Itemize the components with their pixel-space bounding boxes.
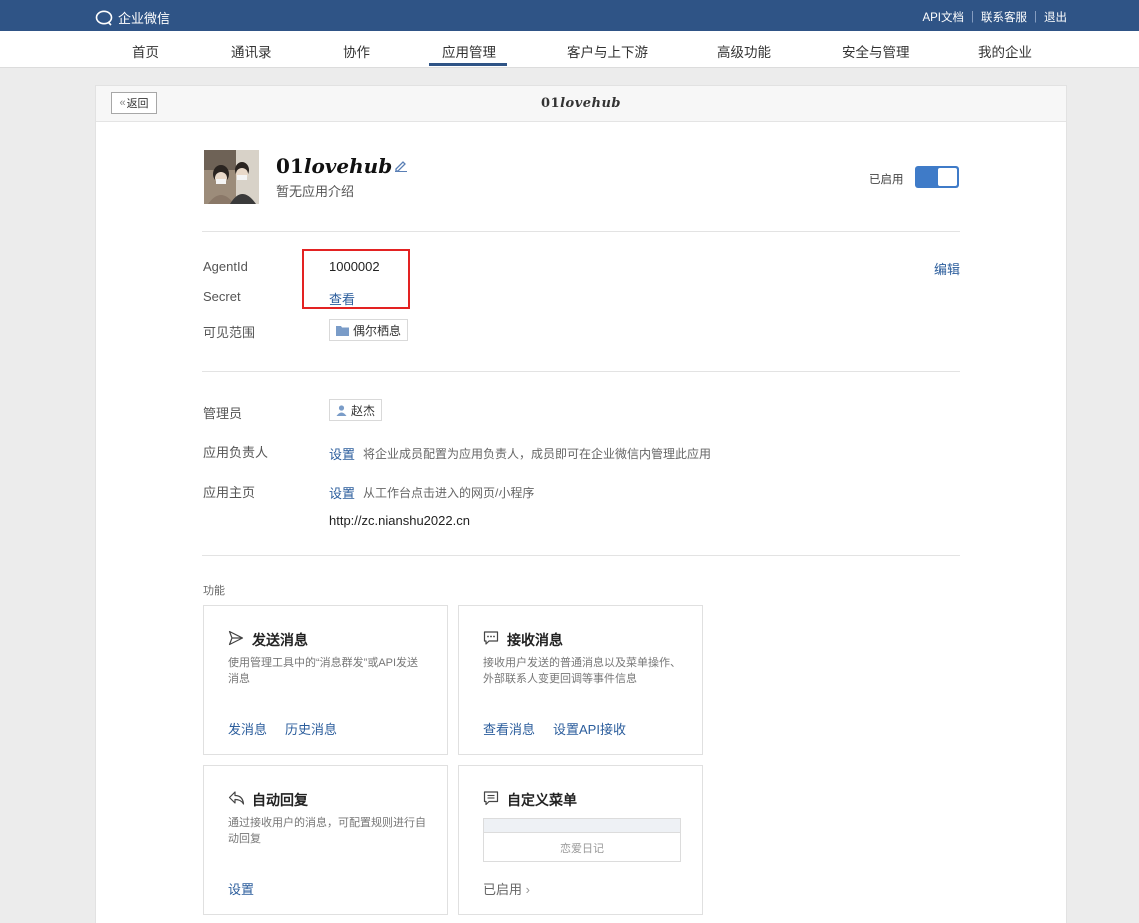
feature-card-custom-menu: 自定义菜单 恋爱日记 已启用 › xyxy=(458,765,703,915)
send-message-link[interactable]: 发消息 xyxy=(228,719,267,738)
section-divider xyxy=(202,555,960,556)
separator: | xyxy=(971,11,974,23)
highlight-box xyxy=(302,249,410,309)
setup-api-receive-link[interactable]: 设置API接收 xyxy=(553,719,626,738)
edit-link[interactable]: 编辑 xyxy=(934,259,960,278)
top-links: API文档 | 联系客服 | 退出 xyxy=(922,9,1067,25)
app-description: 暂无应用介绍 xyxy=(276,184,355,199)
top-bar: 企业微信 API文档 | 联系客服 | 退出 xyxy=(0,0,1139,31)
owner-setup-link[interactable]: 设置 xyxy=(329,444,355,463)
brand-logo[interactable]: 企业微信 xyxy=(95,8,170,27)
history-messages-link[interactable]: 历史消息 xyxy=(285,719,337,738)
admin-label: 管理员 xyxy=(203,406,243,421)
section-divider xyxy=(202,231,960,232)
folder-icon xyxy=(336,325,349,336)
contact-support-link[interactable]: 联系客服 xyxy=(981,9,1027,25)
card-links: 设置 xyxy=(228,879,254,898)
feature-card-send-message: 发送消息 使用管理工具中的“消息群发”或API发送消息 发消息 历史消息 xyxy=(203,605,448,755)
feature-card-auto-reply: 自动回复 通过接收用户的消息，可配置规则进行自动回复 设置 xyxy=(203,765,448,915)
homepage-url: http://zc.nianshu2022.cn xyxy=(329,513,470,528)
owner-hint: 将企业成员配置为应用负责人，成员即可在企业微信内管理此应用 xyxy=(363,447,712,461)
visibility-chip[interactable]: 偶尔栖息 xyxy=(329,319,409,341)
card-links: 发消息 历史消息 xyxy=(228,719,337,738)
homepage-label: 应用主页 xyxy=(203,485,256,500)
visibility-value: 偶尔栖息 xyxy=(353,323,402,338)
api-docs-link[interactable]: API文档 xyxy=(922,9,964,25)
menu-preview-item: 恋爱日记 xyxy=(560,843,604,855)
card-title: 接收消息 xyxy=(507,632,563,648)
card-description: 接收用户发送的普通消息以及菜单操作、外部联系人变更回调等事件信息 xyxy=(483,657,681,685)
card-title: 自动回复 xyxy=(252,792,308,808)
card-description: 通过接收用户的消息，可配置规则进行自动回复 xyxy=(228,817,426,845)
nav-collaboration[interactable]: 协作 xyxy=(343,41,370,61)
admin-value: 赵杰 xyxy=(351,403,376,418)
main-nav: 首页 通讯录 协作 应用管理 客户与上下游 高级功能 安全与管理 我的企业 xyxy=(0,31,1139,68)
auto-reply-setup-link[interactable]: 设置 xyxy=(228,879,254,898)
user-icon xyxy=(336,404,347,416)
reply-icon xyxy=(228,791,245,805)
menu-icon xyxy=(483,791,499,806)
brand-name: 企业微信 xyxy=(118,11,171,26)
logout-link[interactable]: 退出 xyxy=(1044,9,1067,25)
send-icon xyxy=(228,630,244,646)
visibility-label: 可见范围 xyxy=(203,325,256,340)
menu-status[interactable]: 已启用 › xyxy=(483,879,530,898)
menu-preview[interactable]: 恋爱日记 xyxy=(483,818,681,862)
chevron-right-icon: › xyxy=(525,882,530,897)
card-title: 发送消息 xyxy=(252,632,308,648)
nav-contacts[interactable]: 通讯录 xyxy=(231,41,272,61)
app-avatar[interactable] xyxy=(204,150,259,204)
homepage-hint: 从工作台点击进入的网页/小程序 xyxy=(363,486,535,500)
feature-card-receive-message: 接收消息 接收用户发送的普通消息以及菜单操作、外部联系人变更回调等事件信息 查看… xyxy=(458,605,703,755)
panel-header: « 返回 01lovehub xyxy=(96,86,1066,122)
wecom-logo-icon xyxy=(95,10,113,26)
card-description: 使用管理工具中的“消息群发”或API发送消息 xyxy=(228,657,419,685)
section-divider xyxy=(202,371,960,372)
admin-chip[interactable]: 赵杰 xyxy=(329,399,383,421)
nav-advanced[interactable]: 高级功能 xyxy=(717,41,771,61)
homepage-setup-link[interactable]: 设置 xyxy=(329,483,355,502)
app-detail-panel: « 返回 01lovehub 01lovehub 暂无应用介绍 已启用 Agen… xyxy=(95,85,1067,923)
card-title: 自定义菜单 xyxy=(507,792,577,808)
nav-customers[interactable]: 客户与上下游 xyxy=(567,41,648,61)
owner-label: 应用负责人 xyxy=(203,445,269,460)
toggle-knob xyxy=(938,168,957,186)
panel-title: 01lovehub xyxy=(540,96,622,111)
agentid-label: AgentId xyxy=(203,259,248,274)
card-links: 查看消息 设置API接收 xyxy=(483,719,626,738)
nav-app-management[interactable]: 应用管理 xyxy=(442,41,496,61)
nav-security[interactable]: 安全与管理 xyxy=(842,41,910,61)
view-messages-link[interactable]: 查看消息 xyxy=(483,719,535,738)
separator: | xyxy=(1034,11,1037,23)
avatar-photo xyxy=(204,150,259,204)
features-section-label: 功能 xyxy=(203,585,225,597)
app-name: 01lovehub xyxy=(276,154,393,178)
active-tab-indicator xyxy=(429,63,507,66)
secret-label: Secret xyxy=(203,289,241,304)
nav-home[interactable]: 首页 xyxy=(132,41,159,61)
nav-my-company[interactable]: 我的企业 xyxy=(978,41,1032,61)
status-label: 已启用 xyxy=(869,174,904,186)
chat-icon xyxy=(483,631,499,645)
edit-name-icon[interactable] xyxy=(394,158,408,175)
menu-preview-bar xyxy=(484,819,680,833)
enable-toggle[interactable] xyxy=(915,166,959,188)
